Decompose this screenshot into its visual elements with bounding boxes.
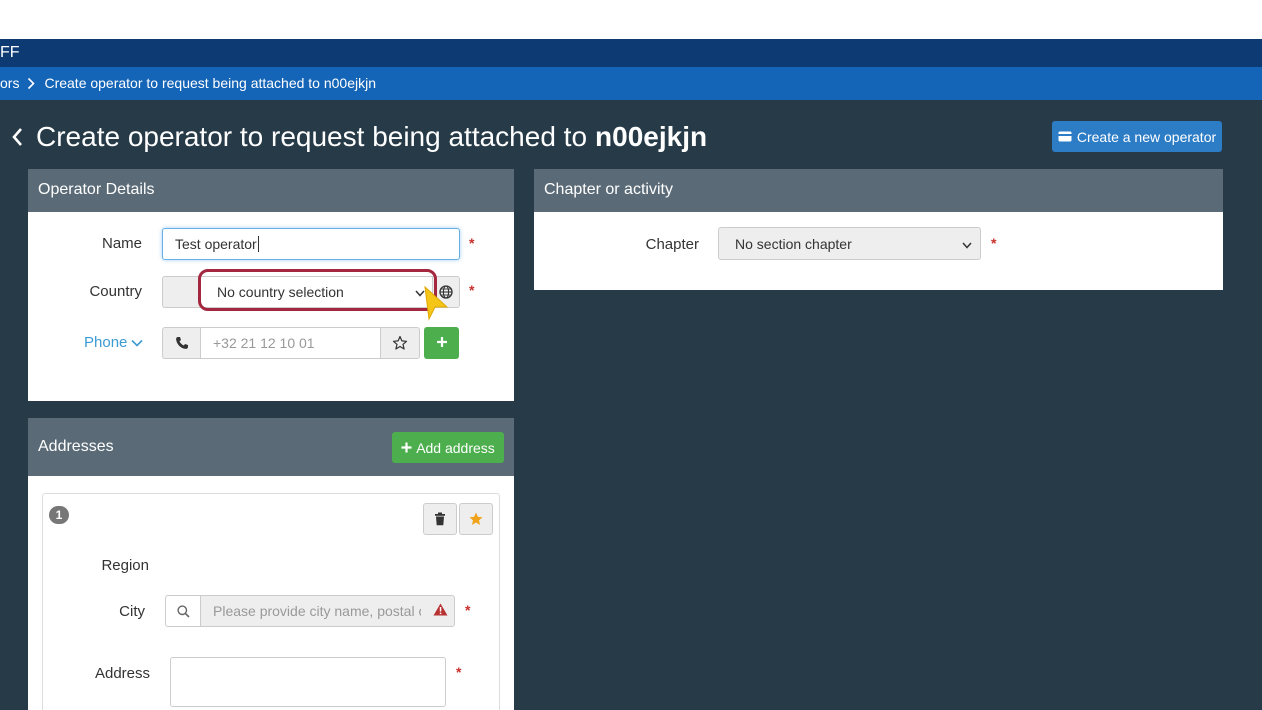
add-address-button[interactable]: Add address (392, 432, 504, 463)
operator-details-heading: Operator Details (28, 169, 514, 212)
country-label: Country (89, 283, 142, 300)
page-title: Create operator to request being attache… (10, 120, 707, 154)
breadcrumb: ors Create operator to request being att… (0, 67, 1262, 100)
address-label: Address (94, 665, 150, 682)
add-address-label: Add address (416, 439, 495, 456)
address-textarea[interactable] (170, 657, 446, 707)
city-input[interactable]: Please provide city name, postal cc (200, 595, 455, 627)
addresses-panel: Addresses Add address 1 Region City Plea… (28, 418, 514, 710)
address-number-badge: 1 (49, 506, 69, 524)
chapter-select-value: No section chapter (735, 235, 852, 252)
trash-icon[interactable] (423, 503, 457, 535)
chevron-down-icon (962, 236, 972, 252)
address-required-mark: * (456, 664, 462, 680)
country-required-mark: * (469, 282, 475, 298)
plus-icon (436, 336, 448, 351)
phone-input[interactable]: +32 21 12 10 01 (200, 327, 381, 359)
chapter-select[interactable]: No section chapter (718, 227, 981, 260)
city-label: City (119, 603, 145, 620)
name-label: Name (101, 235, 142, 252)
phone-input-placeholder: +32 21 12 10 01 (213, 335, 315, 351)
text-caret (257, 236, 259, 252)
name-required-mark: * (469, 235, 475, 251)
country-highlight-outline (198, 269, 437, 311)
city-required-mark: * (465, 602, 471, 618)
breadcrumb-current: Create operator to request being attache… (44, 75, 377, 91)
card-icon (1058, 129, 1072, 145)
phone-type-dropdown[interactable]: Phone (84, 334, 143, 351)
chevron-down-icon (131, 334, 143, 351)
chapter-required-mark: * (991, 235, 997, 251)
chevron-right-icon (27, 77, 36, 90)
city-input-placeholder: Please provide city name, postal cc (213, 603, 421, 619)
addresses-heading: Addresses (38, 438, 114, 455)
chapter-panel: Chapter or activity Chapter No section c… (534, 169, 1223, 290)
search-icon (165, 595, 201, 627)
chapter-heading: Chapter or activity (534, 169, 1223, 212)
plus-icon (401, 440, 412, 456)
app-title-bar: FF (0, 39, 1262, 67)
page-title-text: Create operator to request being attache… (36, 121, 588, 152)
main-content: Create operator to request being attache… (0, 100, 1262, 710)
app-title: FF (0, 44, 20, 61)
warning-icon (433, 603, 448, 619)
addresses-header: Addresses Add address (28, 418, 514, 476)
region-label: Region (101, 557, 149, 574)
create-new-operator-button[interactable]: Create a new operator (1052, 121, 1222, 152)
add-phone-button[interactable] (424, 327, 459, 359)
back-chevron-icon[interactable] (10, 122, 30, 152)
star-icon[interactable] (459, 503, 493, 535)
name-input[interactable]: Test operator (162, 228, 460, 260)
page-title-entity: n00ejkjn (595, 121, 708, 152)
phone-type-label: Phone (84, 334, 128, 351)
create-new-operator-label: Create a new operator (1076, 128, 1217, 145)
phone-icon (162, 327, 200, 359)
star-outline-icon[interactable] (380, 327, 420, 359)
top-blank-area (0, 0, 1262, 39)
address-card: 1 Region City Please provide city name, … (42, 493, 500, 710)
mouse-pointer-icon (421, 285, 451, 326)
country-flag-addon (162, 276, 200, 308)
chapter-label: Chapter (645, 236, 699, 253)
name-input-value: Test operator (175, 236, 257, 252)
breadcrumb-previous[interactable]: ors (0, 67, 19, 100)
